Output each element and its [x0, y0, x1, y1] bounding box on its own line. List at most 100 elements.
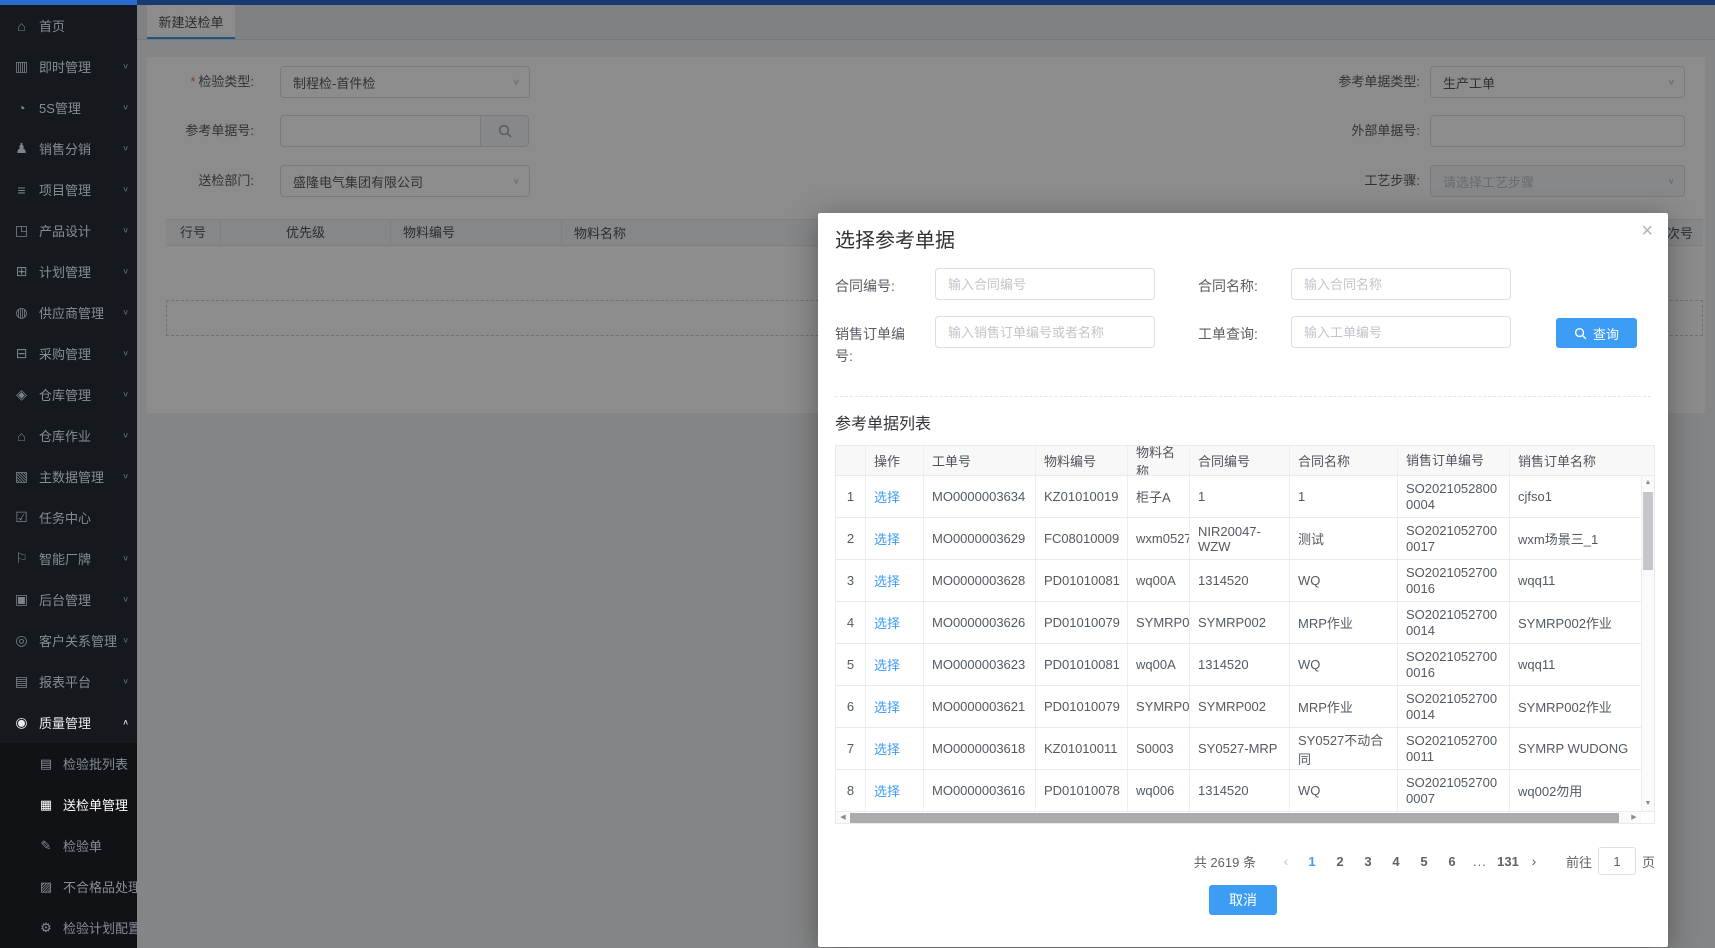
sidebar-item-supplier-management[interactable]: ◍ 供应商管理 ∨ [0, 292, 137, 333]
pagination-page-4[interactable]: 4 [1382, 854, 1410, 869]
pagination-page-1[interactable]: 1 [1298, 854, 1326, 869]
action-cell: 选择 [866, 602, 924, 643]
contract-name-label: 合同名称: [1198, 278, 1258, 294]
chevron-down-icon: ∨ [122, 184, 129, 194]
contract-no-cell: 1314520 [1190, 560, 1290, 601]
vertical-scrollbar[interactable]: ▲ ▼ [1641, 476, 1654, 811]
pagination-page-131[interactable]: 131 [1494, 854, 1522, 869]
sidebar-item-home[interactable]: ⌂ 首页 [0, 5, 137, 46]
column-header: 操作 [866, 446, 924, 475]
select-link[interactable]: 选择 [874, 613, 900, 632]
scroll-up-icon[interactable]: ▲ [1642, 477, 1654, 489]
material-code-cell: PD01010079 [1036, 602, 1128, 643]
pagination-page-5[interactable]: 5 [1410, 854, 1438, 869]
sidebar-item-realtime-management[interactable]: ▥ 即时管理 ∨ [0, 46, 137, 87]
sidebar-item-backend-management[interactable]: ▣ 后台管理 ∨ [0, 579, 137, 620]
sales-order-no-input[interactable] [936, 317, 1154, 347]
query-button[interactable]: 查询 [1556, 318, 1637, 348]
contract-no-input[interactable] [936, 269, 1154, 299]
sidebar-item-warehouse-management[interactable]: ◈ 仓库管理 ∨ [0, 374, 137, 415]
sidebar-item-plan-management[interactable]: ⊞ 计划管理 ∨ [0, 251, 137, 292]
contract-no-cell: 1314520 [1190, 644, 1290, 685]
sidebar-item-task-center[interactable]: ☑ 任务中心 [0, 497, 137, 538]
select-link[interactable]: 选择 [874, 781, 900, 800]
sidebar-item-product-design[interactable]: ◳ 产品设计 ∨ [0, 210, 137, 251]
sidebar-item-warehouse-operations[interactable]: ⌂ 仓库作业 ∨ [0, 415, 137, 456]
sidebar-item-label: 供应商管理 [39, 306, 105, 321]
sidebar-subitem-label: 送检单管理 [63, 798, 129, 813]
sales-order-name-cell: SYMRP WUDONG [1518, 741, 1629, 756]
select-link[interactable]: 选择 [874, 739, 900, 758]
pagination-page-3[interactable]: 3 [1354, 854, 1382, 869]
horizontal-scrollbar-thumb[interactable] [850, 813, 1619, 823]
select-reference-document-modal: 选择参考单据 × 合同编号: 合同名称: 销售订单编号: 工单查询: 查询 参考… [818, 213, 1668, 947]
sidebar-subitem-inspection-batch-list[interactable]: ▤ 检验批列表 [0, 743, 137, 784]
row-index: 7 [836, 728, 866, 769]
sidebar-item-sales-distribution[interactable]: ♟ 销售分销 ∨ [0, 128, 137, 169]
sales-icon: ♟ [15, 140, 28, 156]
pagination-page-2[interactable]: 2 [1326, 854, 1354, 869]
sidebar-item-smart-factory-tag[interactable]: ⚐ 智能厂牌 ∨ [0, 538, 137, 579]
table-row: 4选择MO0000003626PD01010079SYMRP01SYMRP002… [836, 602, 1654, 644]
page-unit-label: 页 [1641, 854, 1655, 870]
scroll-down-icon[interactable]: ▼ [1642, 798, 1654, 810]
chevron-down-icon: ∨ [122, 553, 129, 563]
sidebar-item-project-management[interactable]: ≡ 项目管理 ∨ [0, 169, 137, 210]
reference-list-title: 参考单据列表 [835, 416, 932, 433]
sidebar-menu: ⌂ 首页 ▥ 即时管理 ∨ ◔ 5S管理 ∨ ♟ 销售分销 ∨ ≡ 项目管理 ∨ ◳ 产品设计 ∨ ⊞ 计划管理 ∨ ◍… [0, 5, 137, 948]
sidebar-item-5s-management[interactable]: ◔ 5S管理 ∨ [0, 87, 137, 128]
sales-order-name-cell: cjfso1 [1518, 489, 1552, 504]
index-column-header [836, 446, 866, 475]
select-link[interactable]: 选择 [874, 571, 900, 590]
chevron-down-icon: ∨ [122, 348, 129, 358]
material-name-cell: wq00A [1128, 560, 1190, 601]
sales-order-no-cell: SO20210527000017 [1398, 518, 1510, 559]
chevron-down-icon: ∨ [122, 102, 129, 112]
work-order-input[interactable] [1292, 317, 1510, 347]
pagination-page-6[interactable]: 6 [1438, 854, 1466, 869]
sales-order-no-cell: SO20210527000014 [1398, 602, 1510, 643]
sidebar-item-label: 5S管理 [39, 101, 81, 116]
sidebar-item-quality-management[interactable]: ◉ 质量管理 ∧ [0, 702, 137, 743]
pagination-next-icon[interactable]: › [1522, 853, 1546, 869]
sidebar-item-report-platform[interactable]: ▤ 报表平台 ∨ [0, 661, 137, 702]
select-link[interactable]: 选择 [874, 487, 900, 506]
sidebar-item-label: 客户关系管理 [39, 634, 118, 649]
goto-label: 前往 [1565, 854, 1592, 870]
sidebar-item-crm[interactable]: ◎ 客户关系管理 ∨ [0, 620, 137, 661]
contract-name-cell: MRP作业 [1290, 602, 1398, 643]
sidebar-subitem-inspection-order[interactable]: ✎ 检验单 [0, 825, 137, 866]
contract-no-cell: SYMRP002 [1190, 602, 1290, 643]
goto-page-input[interactable] [1597, 847, 1636, 875]
cancel-button[interactable]: 取消 [1209, 885, 1277, 915]
pagination-prev-icon[interactable]: ‹ [1274, 853, 1298, 869]
horizontal-scrollbar[interactable]: ◀ ▶ [836, 811, 1641, 823]
sidebar-item-master-data-management[interactable]: ▧ 主数据管理 ∨ [0, 456, 137, 497]
row-index: 6 [836, 686, 866, 727]
select-link[interactable]: 选择 [874, 697, 900, 716]
sales-order-no-label: 销售订单编号: [835, 326, 905, 364]
chevron-down-icon: ∨ [122, 430, 129, 440]
scroll-right-icon[interactable]: ▶ [1628, 812, 1640, 824]
chevron-down-icon: ∨ [122, 594, 129, 604]
vertical-scrollbar-thumb[interactable] [1643, 492, 1653, 570]
select-link[interactable]: 选择 [874, 529, 900, 548]
sidebar-item-procurement-management[interactable]: ⊟ 采购管理 ∨ [0, 333, 137, 374]
select-link[interactable]: 选择 [874, 655, 900, 674]
close-icon[interactable]: × [1641, 221, 1653, 241]
sales-order-name-cell: wxm场景三_1 [1518, 532, 1599, 547]
work-order-cell: MO0000003623 [924, 644, 1036, 685]
sidebar-subitem-inspection-submission-management[interactable]: ▦ 送检单管理 [0, 784, 137, 825]
work-order-cell: MO0000003634 [924, 476, 1036, 517]
column-header: 合同名称 [1290, 446, 1398, 475]
sidebar-subitem-nonconforming-product-order[interactable]: ▨ 不合格品处理单 [0, 866, 137, 907]
sidebar-subitem-inspection-plan-config[interactable]: ⚙ 检验计划配置 [0, 907, 137, 948]
material-name-cell: wxm0527 [1128, 518, 1190, 559]
sidebar-item-label: 销售分销 [39, 142, 92, 157]
material-code-cell: FC08010009 [1036, 518, 1128, 559]
table-row: 7 选择 MO0000003618 KZ01010011 S0003 SY0527-MRP… [836, 728, 1654, 770]
scroll-left-icon[interactable]: ◀ [837, 812, 849, 824]
contract-name-input[interactable] [1292, 269, 1510, 299]
column-header: 销售订单编号 [1398, 446, 1510, 475]
contract-name-cell: 1 [1290, 476, 1398, 517]
